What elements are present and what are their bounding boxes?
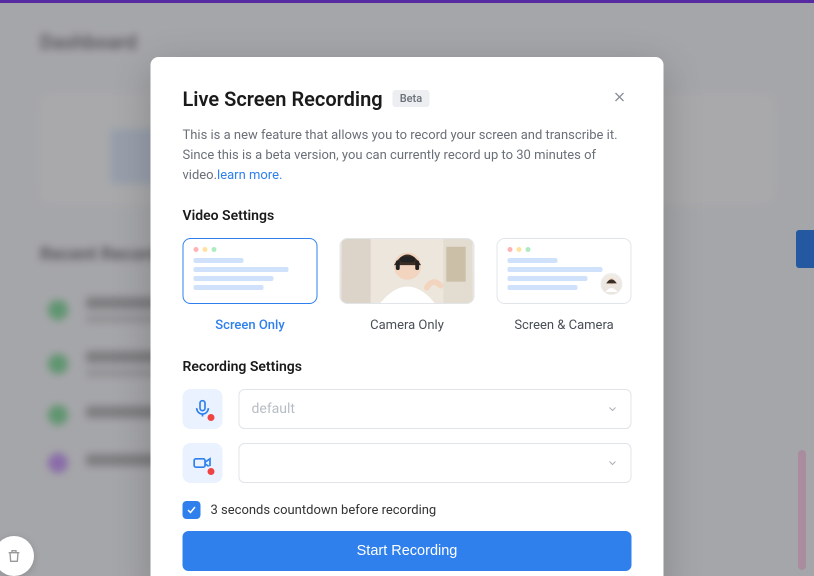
option-camera-only[interactable]: Camera Only: [340, 238, 475, 333]
option-screen-only-label: Screen Only: [183, 318, 318, 333]
modal-description: This is a new feature that allows you to…: [183, 126, 632, 186]
camera-icon-chip: [183, 443, 223, 483]
thumb-camera-only: [340, 238, 475, 304]
chevron-down-icon: [607, 403, 619, 415]
option-camera-only-label: Camera Only: [340, 318, 475, 333]
camera-select[interactable]: [239, 443, 632, 483]
trash-icon: [6, 548, 22, 564]
countdown-checkbox[interactable]: [183, 501, 201, 519]
microphone-select-value: default: [252, 401, 296, 417]
mic-setting-row: default: [183, 389, 632, 429]
check-icon: [186, 504, 198, 516]
option-screen-camera-label: Screen & Camera: [497, 318, 632, 333]
camera-disabled-badge-icon: [206, 466, 217, 477]
mic-disabled-badge-icon: [206, 412, 217, 423]
option-screen-camera[interactable]: Screen & Camera: [497, 238, 632, 333]
person-illustration-icon: [341, 239, 474, 303]
option-screen-only[interactable]: Screen Only: [183, 238, 318, 333]
live-recording-modal: Live Screen Recording Beta This is a new…: [151, 57, 664, 576]
camera-setting-row: [183, 443, 632, 483]
microphone-select[interactable]: default: [239, 389, 632, 429]
thumb-screen-only: [183, 238, 318, 304]
microphone-icon-chip: [183, 389, 223, 429]
close-button[interactable]: [608, 85, 632, 112]
video-options-group: Screen Only Camera Only: [183, 238, 632, 333]
start-recording-button[interactable]: Start Recording: [183, 531, 632, 571]
video-settings-heading: Video Settings: [183, 208, 632, 224]
learn-more-link[interactable]: learn more.: [217, 168, 282, 183]
countdown-checkbox-label: 3 seconds countdown before recording: [211, 503, 437, 518]
close-icon: [612, 93, 628, 108]
mini-avatar-icon: [601, 273, 623, 295]
chevron-down-icon: [607, 457, 619, 469]
modal-title: Live Screen Recording: [183, 87, 383, 111]
beta-badge: Beta: [393, 90, 429, 107]
recording-settings-heading: Recording Settings: [183, 359, 632, 375]
thumb-screen-camera: [497, 238, 632, 304]
